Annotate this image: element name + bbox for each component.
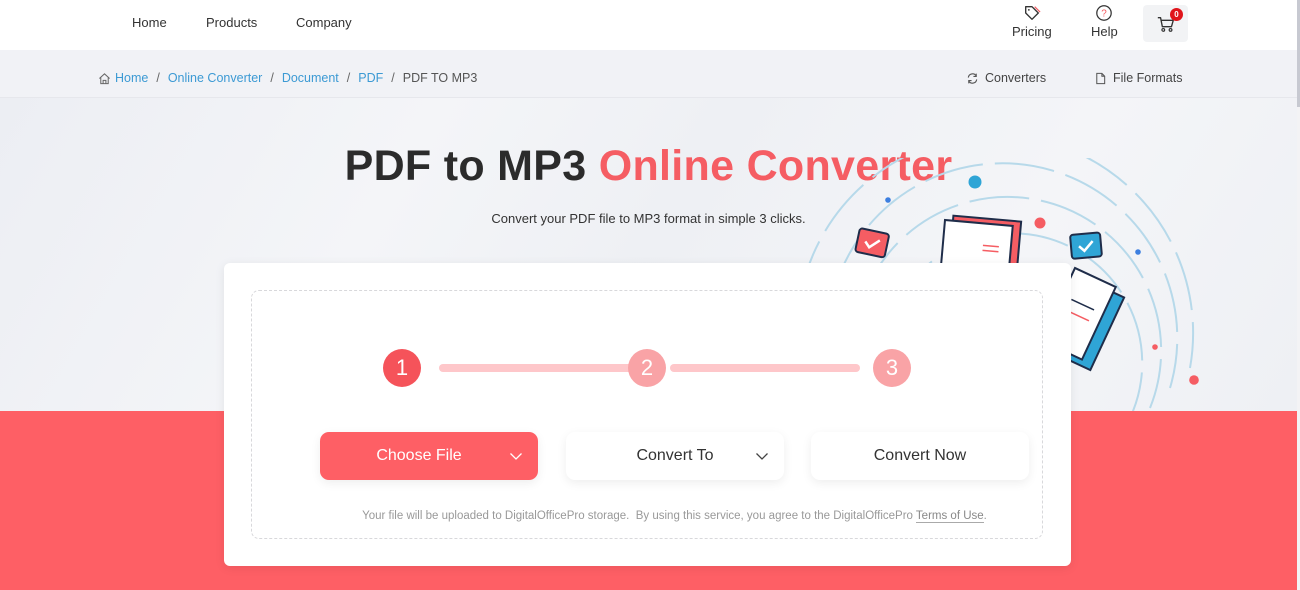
convert-now-label: Convert Now [873, 447, 967, 464]
step-1: 1 [383, 349, 421, 387]
pricing-label: Pricing [1012, 24, 1052, 39]
orbit-dot [1135, 249, 1141, 255]
orbit-dot [1034, 217, 1046, 229]
nav-products[interactable]: Products [206, 15, 257, 30]
tag-icon [1024, 6, 1041, 20]
cart-button[interactable]: 0 [1143, 5, 1188, 42]
step-connector [670, 364, 860, 372]
convert-to-label: Convert To [636, 447, 714, 464]
breadcrumb: Home / Online Converter / Document / PDF… [98, 71, 477, 85]
drop-zone[interactable]: 1 2 3 Choose File Convert To Convert Now… [251, 290, 1043, 539]
step-3: 3 [873, 349, 911, 387]
converters-label: Converters [985, 71, 1047, 85]
step-2: 2 [628, 349, 666, 387]
nav-help[interactable]: ? Help [1091, 4, 1118, 39]
convert-to-dropdown[interactable]: Convert To [566, 432, 784, 480]
chevron-down-icon [510, 453, 522, 460]
convert-now-button[interactable]: Convert Now [811, 432, 1029, 480]
breadcrumb-separator: / [391, 71, 395, 85]
title-main: PDF to MP3 [344, 142, 599, 190]
breadcrumb-separator: / [156, 71, 160, 85]
choose-file-label: Choose File [376, 447, 462, 464]
svg-text:?: ? [1102, 9, 1108, 20]
orbit-dot [968, 175, 982, 189]
checkbox-red-icon [854, 227, 890, 259]
breadcrumb-pdf[interactable]: PDF [358, 71, 383, 85]
converter-card: 1 2 3 Choose File Convert To Convert Now… [224, 263, 1071, 566]
breadcrumb-current: PDF TO MP3 [402, 71, 478, 85]
breadcrumb-separator: / [270, 71, 274, 85]
terms-of-use-link[interactable]: Terms of Use [915, 510, 984, 523]
checkbox-blue-icon [1069, 231, 1103, 260]
breadcrumb-document[interactable]: Document [282, 71, 339, 85]
terms-text: Your file will be uploaded to DigitalOff… [362, 510, 916, 522]
help-label: Help [1091, 24, 1118, 39]
orbit-dot [1189, 375, 1199, 385]
breadcrumb-bar: Home / Online Converter / Document / PDF… [0, 50, 1297, 98]
choose-file-button[interactable]: Choose File [320, 432, 538, 480]
orbit-dot [1152, 344, 1158, 350]
home-icon [99, 72, 110, 84]
cart-count-badge: 0 [1170, 8, 1183, 21]
breadcrumb-online-converter[interactable]: Online Converter [168, 71, 263, 85]
help-circle-icon: ? [1096, 5, 1113, 21]
nav-pricing[interactable]: Pricing [1012, 4, 1052, 39]
breadcrumb-separator: / [346, 71, 351, 85]
file-formats-link[interactable]: File Formats [1094, 71, 1182, 85]
terms-end: . [983, 510, 987, 522]
converters-link[interactable]: Converters [966, 71, 1046, 85]
file-icon [1096, 72, 1106, 84]
breadcrumb-home[interactable]: Home [115, 71, 148, 85]
nav-home[interactable]: Home [132, 15, 167, 30]
chevron-down-icon [756, 453, 768, 460]
file-formats-label: File Formats [1113, 71, 1183, 85]
terms-notice: Your file will be uploaded to DigitalOff… [252, 510, 1097, 523]
nav-company[interactable]: Company [296, 15, 352, 30]
orbit-dot [885, 197, 891, 203]
top-navigation: Home Products Company Pricing ? Help 0 [0, 0, 1300, 50]
step-connector [439, 364, 639, 372]
refresh-icon [967, 72, 978, 84]
